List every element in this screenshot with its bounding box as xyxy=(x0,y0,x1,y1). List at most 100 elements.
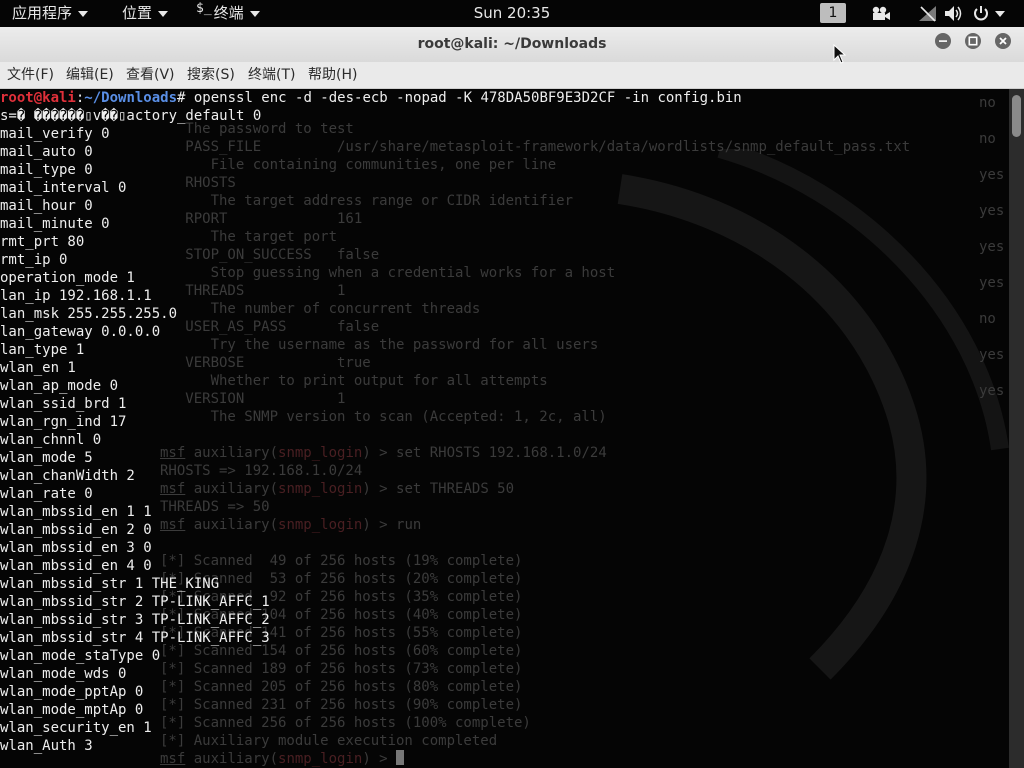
bg-required-column: yes xyxy=(979,239,1005,255)
bg-required-column: no xyxy=(979,131,996,147)
bg-output-line: THREADS 1 xyxy=(160,283,346,299)
bg-output-line: Whether to print output for all attempts xyxy=(160,373,548,389)
bg-output-line: [*] Scanned 231 of 256 hosts (90% comple… xyxy=(160,697,523,713)
config-line: wlan_ssid_brd 1 xyxy=(0,396,127,412)
maximize-button[interactable] xyxy=(965,33,981,49)
bg-output-line: RPORT 161 xyxy=(160,211,363,227)
bg-output-line: File containing communities, one per lin… xyxy=(160,157,557,173)
bg-output-line: THREADS => 50 xyxy=(160,499,270,515)
maximize-icon xyxy=(968,36,978,46)
menu-search[interactable]: 搜索(S) xyxy=(187,62,235,88)
config-line: lan_type 1 xyxy=(0,342,85,358)
menubar: 文件(F) 编辑(E) 查看(V) 搜索(S) 终端(T) 帮助(H) xyxy=(0,62,1024,89)
config-line: wlan_mbssid_en 3 0 xyxy=(0,540,152,556)
config-line: wlan_rate 0 xyxy=(0,486,93,502)
prompt-path: ~/Downloads xyxy=(84,90,178,106)
bg-required-column: yes xyxy=(979,275,1005,291)
config-line: rmt_prt 80 xyxy=(0,234,85,250)
bg-output-line: Try the username as the password for all… xyxy=(160,337,599,353)
power-caret-icon[interactable] xyxy=(995,11,1005,17)
config-line: wlan_mode_pptAp 0 xyxy=(0,684,144,700)
bg-output-line: VERBOSE true xyxy=(160,355,371,371)
config-line: wlan_mode_wds 0 xyxy=(0,666,127,682)
config-line: wlan_Auth 3 xyxy=(0,738,93,754)
config-line: wlan_chanWidth 2 xyxy=(0,468,135,484)
bg-required-column: yes xyxy=(979,167,1005,183)
config-line: wlan_mbssid_en 2 0 xyxy=(0,522,152,538)
prompt-line: root@kali:~/Downloads# openssl enc -d -d… xyxy=(0,89,742,107)
video-camera-icon[interactable] xyxy=(871,5,891,22)
bg-output-line: VERSION 1 xyxy=(160,391,346,407)
bg-output-line: RHOSTS xyxy=(160,175,236,191)
config-line: lan_msk 255.255.255.0 xyxy=(0,306,178,322)
config-line: rmt_ip 0 xyxy=(0,252,68,268)
window-titlebar[interactable]: root@kali: ~/Downloads xyxy=(0,27,1024,63)
close-icon xyxy=(999,37,1007,45)
config-line: mail_verify 0 xyxy=(0,126,110,142)
bg-required-column: no xyxy=(979,95,996,111)
scrollbar-thumb[interactable] xyxy=(1012,95,1021,137)
config-line: wlan_mbssid_en 1 1 xyxy=(0,504,152,520)
config-line: wlan_ap_mode 0 xyxy=(0,378,119,394)
bg-output-line: RHOSTS => 192.168.1.0/24 xyxy=(160,463,363,479)
config-line: lan_ip 192.168.1.1 xyxy=(0,288,152,304)
mouse-cursor-icon xyxy=(833,44,847,64)
menu-terminal[interactable]: 终端(T) xyxy=(248,62,295,88)
terminal-scrollbar[interactable] xyxy=(1009,89,1024,768)
bg-output-line: STOP_ON_SUCCESS false xyxy=(160,247,380,263)
config-line: operation_mode 1 xyxy=(0,270,135,286)
config-line: wlan_rgn_ind 17 xyxy=(0,414,127,430)
config-line: wlan_mode_mptAp 0 xyxy=(0,702,144,718)
bg-required-column: yes xyxy=(979,347,1005,363)
bg-output-line: [*] Scanned 256 of 256 hosts (100% compl… xyxy=(160,715,531,731)
power-icon[interactable] xyxy=(972,5,990,22)
bg-output-line: [*] Scanned 205 of 256 hosts (80% comple… xyxy=(160,679,523,695)
minimize-icon xyxy=(939,40,947,42)
menu-edit[interactable]: 编辑(E) xyxy=(66,62,114,88)
bg-output-line: [*] Auxiliary module execution completed xyxy=(160,733,498,749)
config-line: wlan_mbssid_str 4 TP-LINK_AFFC_3 xyxy=(0,630,270,646)
menu-file[interactable]: 文件(F) xyxy=(7,62,54,88)
bg-output-line: The number of concurrent threads xyxy=(160,301,481,317)
bg-output-line: USER_AS_PASS false xyxy=(160,319,380,335)
bg-required-column: yes xyxy=(979,383,1005,399)
bg-output-line: msf auxiliary(snmp_login) > run xyxy=(160,517,422,533)
config-line: s=� ������▯v��▯actory_default 0 xyxy=(0,108,262,124)
menu-view[interactable]: 查看(V) xyxy=(126,62,175,88)
top-panel: 应用程序 位置 $_ 终端 Sun 20:35 1 xyxy=(0,0,1024,27)
bg-required-column: yes xyxy=(979,203,1005,219)
close-button[interactable] xyxy=(995,33,1011,49)
bg-output-line: [*] Scanned 189 of 256 hosts (73% comple… xyxy=(160,661,523,677)
background-terminal-output: The password to test PASS_FILE /usr/shar… xyxy=(0,89,1009,768)
bg-output-line: msf auxiliary(snmp_login) > xyxy=(160,750,405,768)
menu-help[interactable]: 帮助(H) xyxy=(308,62,357,88)
prompt-command: # openssl enc -d -des-ecb -nopad -K 478D… xyxy=(177,90,742,106)
config-line: wlan_security_en 1 xyxy=(0,720,152,736)
network-disabled-icon[interactable] xyxy=(918,5,938,22)
config-line: wlan_mbssid_str 3 TP-LINK_AFFC_2 xyxy=(0,612,270,628)
config-line: wlan_mode 5 xyxy=(0,450,93,466)
volume-icon[interactable] xyxy=(944,5,964,22)
bg-output-line: The target port xyxy=(160,229,338,245)
config-line: wlan_en 1 xyxy=(0,360,76,376)
config-line: lan_gateway 0.0.0.0 xyxy=(0,324,161,340)
prompt-user: root@kali xyxy=(0,90,76,106)
bg-output-line: msf auxiliary(snmp_login) > set THREADS … xyxy=(160,481,515,497)
config-line: wlan_chnnl 0 xyxy=(0,432,102,448)
minimize-button[interactable] xyxy=(935,33,951,49)
config-line: mail_auto 0 xyxy=(0,144,93,160)
bg-output-line: Stop guessing when a credential works fo… xyxy=(160,265,616,281)
config-line: mail_interval 0 xyxy=(0,180,127,196)
config-line: wlan_mbssid_str 1 THE_KING xyxy=(0,576,220,592)
config-line: wlan_mbssid_en 4 0 xyxy=(0,558,152,574)
terminal-area[interactable]: The password to test PASS_FILE /usr/shar… xyxy=(0,89,1009,768)
config-line: wlan_mbssid_str 2 TP-LINK_AFFC_1 xyxy=(0,594,270,610)
config-line: mail_hour 0 xyxy=(0,198,93,214)
text-cursor xyxy=(396,750,405,765)
bg-output-line: msf auxiliary(snmp_login) > set RHOSTS 1… xyxy=(160,445,607,461)
config-line: mail_minute 0 xyxy=(0,216,110,232)
config-line: wlan_mode_staType 0 xyxy=(0,648,161,664)
bg-output-line: The target address range or CIDR identif… xyxy=(160,193,574,209)
workspace-indicator[interactable]: 1 xyxy=(820,3,846,23)
config-line: mail_type 0 xyxy=(0,162,93,178)
